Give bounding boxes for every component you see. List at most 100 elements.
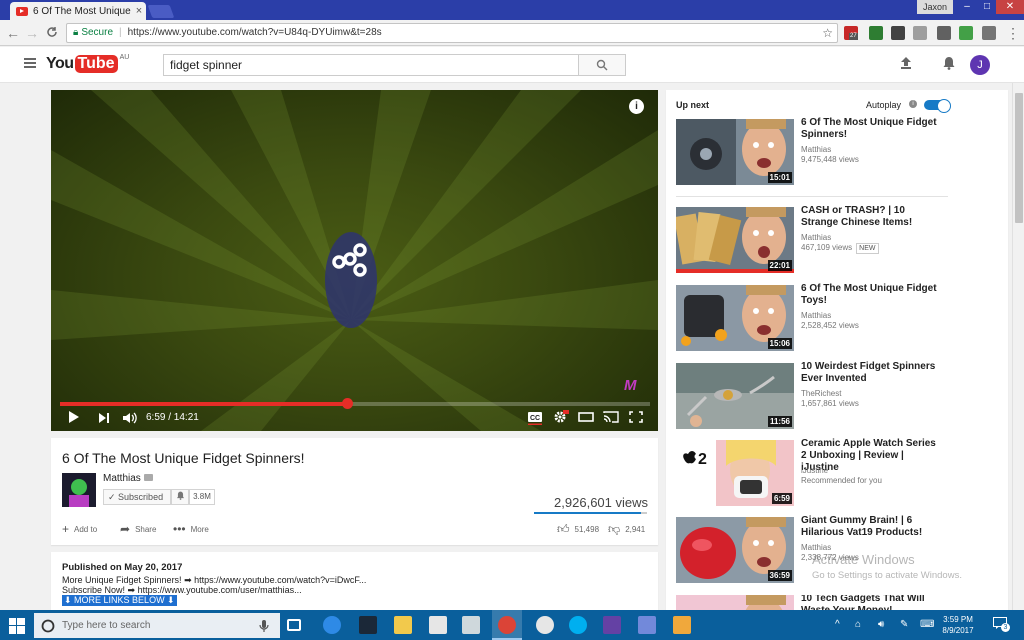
like-ratio-fill [534, 512, 641, 514]
more-button[interactable]: ••• More [173, 522, 209, 536]
recommended-video[interactable]: 15:06 6 Of The Most Unique Fidget Toys! … [676, 283, 1006, 351]
youtube-logo[interactable]: You Tube AU [46, 54, 129, 73]
recommended-title[interactable]: 10 Tech Gadgets That Will Waste Your Mon… [801, 595, 941, 610]
gear-ext-icon[interactable] [937, 26, 951, 40]
paint-icon[interactable] [673, 616, 691, 634]
account-avatar[interactable]: J [970, 55, 990, 75]
fullscreen-button[interactable] [628, 410, 644, 426]
channel-name-link[interactable]: Matthias [103, 473, 153, 484]
puzzle-ext-icon[interactable] [913, 26, 927, 40]
url-bar[interactable]: 🔒︎ Secure | https://www.youtube.com/watc… [66, 23, 838, 43]
logo-you: You [46, 55, 74, 72]
maximize-button[interactable]: □ [976, 0, 998, 14]
ghost-ext-icon[interactable] [891, 26, 905, 40]
search-icon [596, 59, 608, 71]
share-button[interactable]: ➦ Share [120, 522, 156, 536]
task-view-icon[interactable] [287, 619, 301, 631]
captions-button[interactable]: CC [527, 410, 543, 426]
page-scrollbar[interactable] [1012, 83, 1024, 610]
play-button[interactable] [68, 410, 80, 426]
activate-windows-title: Activate Windows [812, 552, 915, 567]
skype-icon[interactable] [569, 616, 587, 634]
spreadsheet-ext-icon[interactable] [869, 26, 883, 40]
tab-close-icon[interactable]: × [132, 5, 146, 17]
video-thumbnail[interactable]: 22:01 [676, 207, 794, 273]
network-icon[interactable]: ⌂ [855, 619, 861, 630]
recommended-title[interactable]: 10 Weirdest Fidget Spinners Ever Invente… [801, 361, 941, 385]
video-info-button[interactable]: i [629, 99, 644, 114]
hamburger-menu-icon[interactable] [24, 58, 36, 68]
skype-ext-icon[interactable] [982, 26, 996, 40]
add-to-button[interactable]: + Add to [62, 522, 97, 536]
cast-button[interactable] [603, 410, 619, 426]
chrome-icon[interactable] [498, 616, 516, 634]
next-button[interactable] [98, 410, 110, 426]
chrome-menu-icon[interactable]: ⋮ [1004, 24, 1022, 42]
like-button[interactable]: 👍︎ 51,498 [557, 522, 599, 537]
video-progress-bar[interactable] [60, 398, 650, 409]
reload-button[interactable] [43, 24, 61, 42]
channel-watermark[interactable]: M [624, 377, 637, 394]
recommended-video[interactable]: 11:56 10 Weirdest Fidget Spinners Ever I… [676, 361, 1006, 429]
secure-label: Secure [81, 27, 114, 38]
video-thumbnail[interactable]: 15:01 [676, 119, 794, 185]
start-button[interactable] [9, 618, 25, 634]
video-thumbnail[interactable] [676, 595, 794, 610]
microphone-icon[interactable] [259, 619, 269, 633]
settings-button[interactable] [553, 410, 569, 426]
video-thumbnail[interactable]: 11:56 [676, 363, 794, 429]
discord-icon[interactable] [638, 616, 656, 634]
forward-button[interactable]: → [23, 24, 41, 42]
pen-icon[interactable]: ✎ [900, 619, 908, 630]
recommended-title[interactable]: 6 Of The Most Unique Fidget Toys! [801, 283, 941, 307]
notification-bell-button[interactable] [171, 489, 189, 505]
video-thumbnail[interactable]: 36:59 [676, 517, 794, 583]
volume-tray-icon[interactable]: 🔊︎ [878, 619, 884, 630]
video-thumbnail[interactable]: 2 6:59 [676, 440, 794, 506]
taskbar-search-box[interactable]: Type here to search [34, 613, 280, 638]
taskbar-clock[interactable]: 3:59 PM 8/9/2017 [940, 614, 976, 636]
recommended-video[interactable]: 2 6:59 Ceramic Apple Watch Series 2 Unbo… [676, 438, 1006, 506]
recommended-video[interactable]: 10 Tech Gadgets That Will Waste Your Mon… [676, 595, 1006, 610]
subscribed-button[interactable]: ✓ Subscribed [103, 489, 171, 505]
xbox-icon[interactable] [536, 616, 554, 634]
photos-icon[interactable] [462, 616, 480, 634]
store-icon[interactable] [429, 616, 447, 634]
search-button[interactable] [578, 54, 626, 76]
keyboard-icon[interactable]: ⌨ [920, 619, 934, 630]
file-explorer-icon[interactable] [394, 616, 412, 634]
shield-ext-icon[interactable] [959, 26, 973, 40]
video-thumbnail[interactable]: 15:06 [676, 285, 794, 351]
search-input[interactable]: fidget spinner [163, 54, 579, 76]
browser-tab[interactable]: 6 Of The Most Unique Fi × [10, 2, 146, 20]
twitch-icon[interactable] [603, 616, 621, 634]
recommended-title[interactable]: CASH or TRASH? | 10 Strange Chinese Item… [801, 205, 941, 229]
steam-icon[interactable] [359, 616, 377, 634]
close-window-button[interactable]: ✕ [996, 0, 1024, 14]
upload-button[interactable] [898, 56, 914, 72]
tray-chevron-icon[interactable]: ^ [835, 619, 840, 630]
dislike-button[interactable]: 👎︎ 2,941 [608, 522, 645, 537]
recommended-title[interactable]: 6 Of The Most Unique Fidget Spinners! [801, 117, 941, 141]
autoplay-info-icon[interactable]: i [909, 100, 917, 108]
bookmark-star-icon[interactable]: ☆ [822, 24, 833, 42]
browser-user-badge[interactable]: Jaxon [917, 0, 953, 14]
recommended-video[interactable]: 15:01 6 Of The Most Unique Fidget Spinne… [676, 117, 1006, 185]
scrollbar-thumb[interactable] [1015, 93, 1023, 223]
back-button[interactable]: ← [4, 24, 22, 42]
upload-icon [901, 57, 911, 69]
notifications-button[interactable] [941, 56, 957, 72]
url-text: https://www.youtube.com/watch?v=U84q-DYU… [127, 27, 382, 38]
theater-mode-button[interactable] [578, 410, 594, 426]
action-center-button[interactable]: 3 [993, 617, 1011, 633]
volume-button[interactable] [122, 410, 138, 426]
ublock-ext-icon[interactable]: 27 [844, 26, 858, 40]
autoplay-toggle[interactable] [924, 99, 951, 113]
recommended-title[interactable]: Giant Gummy Brain! | 6 Hilarious Vat19 P… [801, 515, 941, 539]
minimize-button[interactable]: – [956, 0, 978, 14]
new-tab-button[interactable] [147, 5, 175, 18]
channel-avatar[interactable] [62, 473, 96, 507]
edge-icon[interactable] [323, 616, 341, 634]
recommended-video[interactable]: 22:01 CASH or TRASH? | 10 Strange Chines… [676, 205, 1006, 273]
url-divider: | [119, 27, 122, 38]
